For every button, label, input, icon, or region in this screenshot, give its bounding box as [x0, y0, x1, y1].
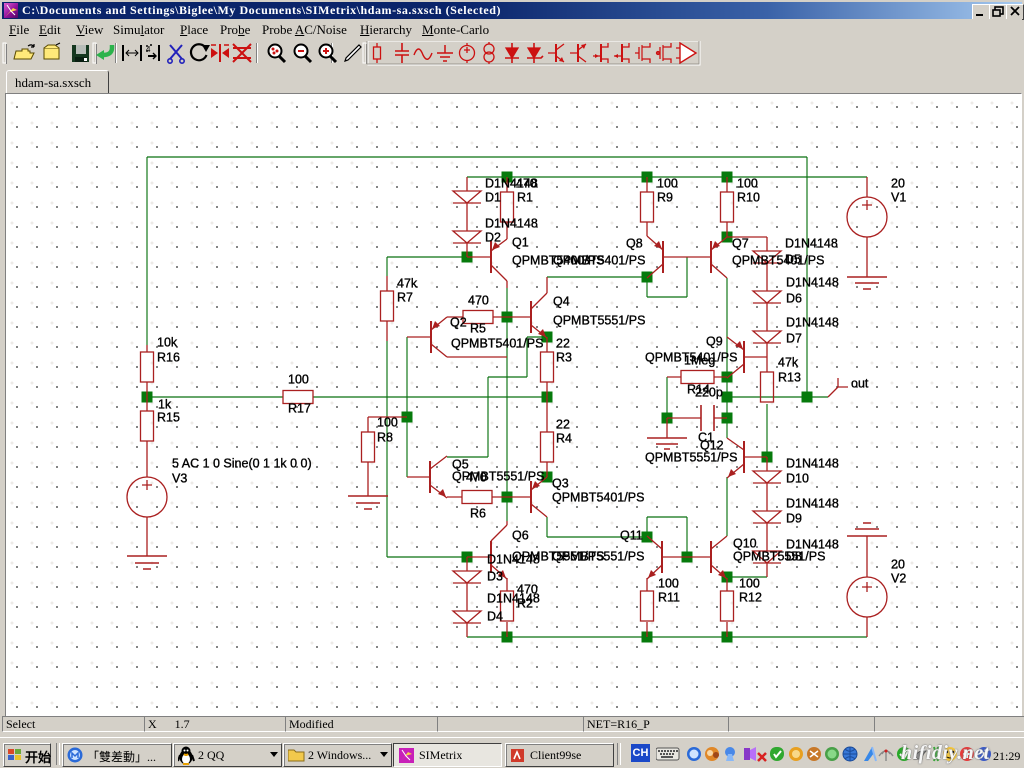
svg-text:100: 100: [657, 177, 678, 191]
svg-text:22: 22: [556, 337, 570, 351]
svg-text:22: 22: [556, 418, 570, 432]
svg-text:D1N4148: D1N4148: [485, 217, 538, 231]
svg-text:R11: R11: [658, 591, 680, 605]
svg-text:1Meg: 1Meg: [684, 354, 715, 368]
svg-text:D1N4148: D1N4148: [487, 553, 540, 567]
svg-text:Q2: Q2: [450, 316, 467, 330]
svg-text:D5: D5: [785, 253, 801, 267]
svg-text:R4: R4: [556, 432, 572, 446]
svg-text:D1N4148: D1N4148: [786, 316, 839, 330]
svg-text:V3: V3: [172, 472, 187, 486]
svg-text:D2: D2: [485, 231, 501, 245]
svg-text:Q8: Q8: [626, 237, 643, 251]
svg-text:100: 100: [288, 373, 309, 387]
svg-text:R13: R13: [778, 371, 801, 385]
svg-text:D1N4148: D1N4148: [786, 497, 839, 511]
svg-text:Q11: Q11: [620, 529, 643, 543]
svg-text:47k: 47k: [397, 277, 418, 291]
svg-text:220p: 220p: [695, 386, 723, 400]
svg-text:D4: D4: [487, 610, 503, 624]
svg-text:D9: D9: [786, 512, 802, 526]
svg-text:R9: R9: [657, 191, 673, 205]
svg-text:100: 100: [658, 577, 679, 591]
svg-text:D1N4148: D1N4148: [786, 276, 839, 290]
svg-text:R5: R5: [470, 322, 486, 336]
svg-text:D1N4148: D1N4148: [786, 457, 839, 471]
svg-text:5 AC 1 0 Sine(0 1 1k 0 0): 5 AC 1 0 Sine(0 1 1k 0 0): [172, 457, 312, 471]
svg-text:D7: D7: [786, 332, 802, 346]
svg-text:D10: D10: [786, 472, 809, 486]
svg-text:D1: D1: [485, 191, 501, 205]
svg-text:R2: R2: [517, 597, 533, 611]
svg-text:20: 20: [891, 177, 905, 191]
svg-text:R3: R3: [556, 351, 572, 365]
svg-text:Q9: Q9: [706, 335, 723, 349]
svg-text:Q6: Q6: [512, 529, 529, 543]
svg-text:470: 470: [516, 177, 537, 191]
svg-text:QPMBT5551/PS: QPMBT5551/PS: [553, 314, 645, 328]
svg-text:R16: R16: [157, 351, 180, 365]
svg-text:QPMBT5401/PS: QPMBT5401/PS: [451, 337, 543, 351]
svg-text:20: 20: [891, 558, 905, 572]
svg-text:10k: 10k: [157, 336, 178, 350]
svg-text:R10: R10: [737, 191, 760, 205]
svg-text:100: 100: [377, 416, 398, 430]
svg-text:out: out: [851, 377, 869, 391]
svg-text:1k: 1k: [158, 398, 172, 412]
svg-text:470: 470: [466, 471, 487, 485]
svg-text:100: 100: [739, 577, 760, 591]
svg-text:Q3: Q3: [552, 477, 569, 491]
svg-text:D8: D8: [786, 550, 802, 564]
svg-text:470: 470: [468, 294, 489, 308]
svg-text:Q1: Q1: [512, 236, 529, 250]
svg-text:R15: R15: [157, 411, 180, 425]
svg-text:R17: R17: [288, 402, 311, 416]
svg-text:R6: R6: [470, 507, 486, 521]
svg-text:QPMBT5401/PS: QPMBT5401/PS: [552, 491, 644, 505]
svg-text:QPMBT5551/PS: QPMBT5551/PS: [733, 550, 825, 564]
svg-text:R7: R7: [397, 291, 413, 305]
svg-text:QPMBT5401/PS: QPMBT5401/PS: [732, 254, 824, 268]
svg-text:D6: D6: [786, 292, 802, 306]
svg-text:D1N4148: D1N4148: [785, 237, 838, 251]
svg-text:47k: 47k: [778, 356, 799, 370]
svg-text:R12: R12: [739, 591, 762, 605]
svg-text:R1: R1: [517, 191, 533, 205]
svg-text:R8: R8: [377, 431, 393, 445]
svg-text:Q7: Q7: [732, 237, 749, 251]
svg-text:D3: D3: [487, 570, 503, 584]
svg-text:100: 100: [737, 177, 758, 191]
svg-text:V2: V2: [891, 572, 906, 586]
svg-text:V1: V1: [891, 191, 906, 205]
svg-text:QPMBT5551/PS: QPMBT5551/PS: [552, 550, 644, 564]
svg-text:QPMBT5401/PS: QPMBT5401/PS: [553, 254, 645, 268]
svg-text:470: 470: [517, 583, 538, 597]
svg-text:Q4: Q4: [553, 295, 570, 309]
svg-text:QPMBT5551/PS: QPMBT5551/PS: [645, 451, 737, 465]
svg-text:Q10: Q10: [733, 537, 757, 551]
